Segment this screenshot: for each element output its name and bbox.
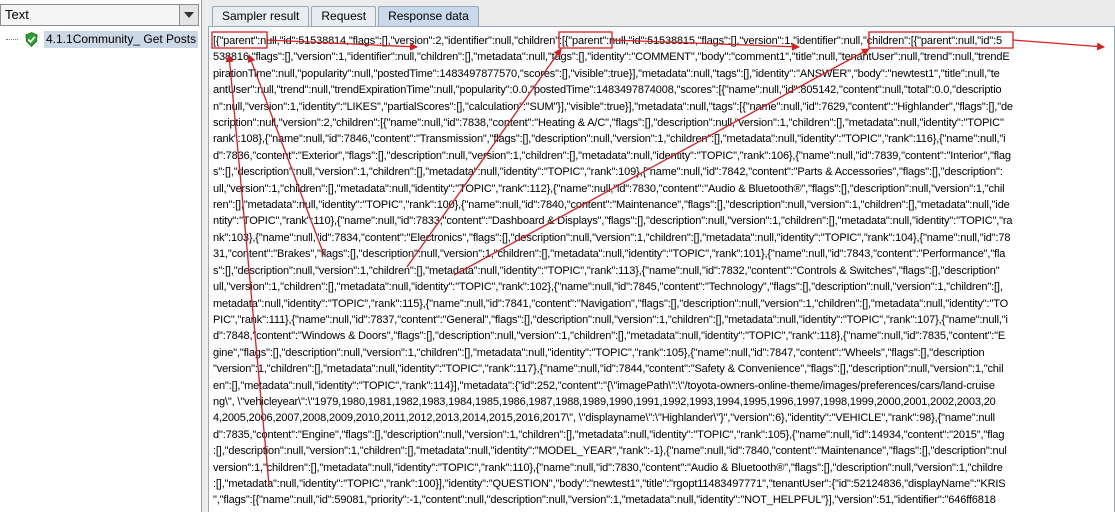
renderer-select[interactable]: Text [0, 4, 199, 26]
tab-sampler-result[interactable]: Sampler result [212, 6, 310, 26]
tab-response-data[interactable]: Response data [378, 6, 479, 26]
annotation-box-children-1 [558, 31, 613, 49]
tree-item-sample[interactable]: 4.1.1Community_ Get Posts [6, 31, 200, 49]
results-tree-panel: Text 4.1.1Community_ Get Posts [0, 0, 202, 512]
response-data-pane[interactable]: [{"parent":null,"id":51538814,"flags":[]… [208, 26, 1115, 512]
tab-request[interactable]: Request [311, 6, 377, 26]
result-tabs: Sampler result Request Response data [212, 6, 481, 26]
annotation-arrow-2 [611, 39, 800, 51]
annotation-arrow-1 [266, 39, 418, 51]
annotation-arrow-3 [1012, 39, 1105, 51]
annotation-box-version [868, 31, 1014, 49]
annotation-arrow-5 [247, 54, 325, 256]
annotation-overlay [211, 31, 1105, 486]
tree-item-label: 4.1.1Community_ Get Posts [44, 31, 199, 48]
annotation-box-parent [211, 31, 268, 49]
result-detail-panel: Sampler result Request Response data [{"… [208, 0, 1115, 512]
annotation-arrow-6 [406, 48, 562, 268]
annotation-arrow-4 [225, 54, 270, 486]
success-check-icon [25, 32, 38, 47]
renderer-select-value: Text [5, 7, 29, 22]
annotation-arrow-7 [453, 48, 870, 276]
tree-connector [6, 39, 18, 41]
chevron-down-icon[interactable] [179, 5, 198, 25]
